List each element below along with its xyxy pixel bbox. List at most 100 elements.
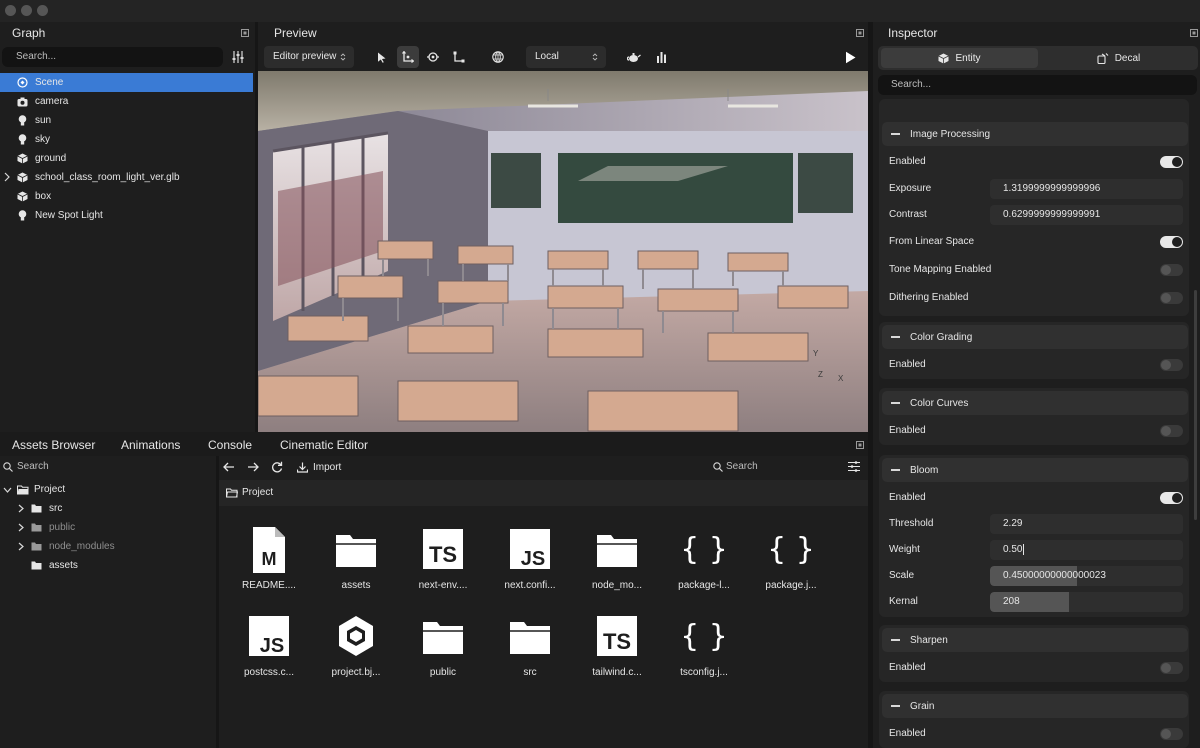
asset-folder-node-modules[interactable]: node_mo... (577, 527, 657, 597)
collapse-minus-icon[interactable] (891, 402, 900, 404)
collapse-minus-icon[interactable] (891, 639, 900, 641)
collapse-minus-icon[interactable] (891, 469, 900, 471)
maximize-window-button[interactable] (37, 5, 48, 16)
sharpen-toggle[interactable] (1160, 662, 1183, 674)
filter-sliders-icon[interactable] (232, 51, 244, 63)
exposure-input[interactable]: 1.3199999999999996 (990, 179, 1183, 199)
tab-cinematic-editor[interactable]: Cinematic Editor (268, 436, 368, 454)
asset-next-env[interactable]: TS next-env.... (403, 527, 483, 597)
asset-folder-public[interactable]: public (403, 614, 483, 684)
tab-assets-browser[interactable]: Assets Browser (0, 436, 95, 454)
teapot-button[interactable] (623, 46, 645, 68)
graph-item-box[interactable]: box (0, 187, 253, 206)
space-select[interactable]: Local (526, 46, 606, 68)
sharpen-header[interactable]: Sharpen (882, 628, 1188, 652)
assets-tree-search-input[interactable]: Search (17, 461, 49, 472)
asset-tailwind-config[interactable]: TS tailwind.c... (577, 614, 657, 684)
asset-postcss[interactable]: JS postcss.c... (229, 614, 309, 684)
graph-item-new-spot-light[interactable]: New Spot Light (0, 206, 253, 225)
assets-grid-search-input[interactable]: Search (726, 461, 758, 472)
maximize-panel-icon[interactable] (240, 28, 250, 38)
collapse-minus-icon[interactable] (891, 336, 900, 338)
chevron-right-icon[interactable] (17, 523, 25, 532)
graph-tab[interactable]: Graph (0, 24, 45, 42)
grain-toggle[interactable] (1160, 728, 1183, 740)
graph-item-camera[interactable]: camera (0, 92, 253, 111)
graph-item-school-class-room[interactable]: school_class_room_light_ver.glb (0, 168, 253, 187)
tree-folder-assets[interactable]: assets (0, 556, 216, 575)
minimize-window-button[interactable] (21, 5, 32, 16)
scale-tool-button[interactable] (448, 46, 470, 68)
asset-folder-src[interactable]: src (490, 614, 570, 684)
entity-tab-label: Entity (955, 52, 981, 64)
color-grading-toggle[interactable] (1160, 359, 1183, 371)
tree-folder-public[interactable]: public (0, 518, 216, 537)
arrow-right-icon[interactable] (247, 462, 259, 472)
kernal-slider[interactable]: 208 (990, 592, 1183, 612)
import-button[interactable]: Import (297, 460, 341, 474)
exposure-value: 1.3199999999999996 (1003, 183, 1101, 194)
refresh-icon[interactable] (271, 461, 283, 473)
asset-package-json[interactable]: { } package.j... (751, 527, 831, 597)
tab-console[interactable]: Console (196, 436, 252, 454)
scene-viewport[interactable]: Y Z X (258, 71, 868, 432)
world-toggle-button[interactable] (487, 46, 509, 68)
asset-folder-assets[interactable]: assets (316, 527, 396, 597)
maximize-panel-icon[interactable] (1189, 28, 1199, 38)
threshold-input[interactable]: 2.29 (990, 514, 1183, 534)
bloom-header[interactable]: Bloom (882, 458, 1188, 482)
tree-folder-src[interactable]: src (0, 499, 216, 518)
tab-animations[interactable]: Animations (109, 436, 180, 454)
chevron-right-icon[interactable] (2, 171, 12, 183)
color-grading-header[interactable]: Color Grading (882, 325, 1188, 349)
color-curves-toggle[interactable] (1160, 425, 1183, 437)
maximize-panel-icon[interactable] (855, 440, 865, 450)
graph-item-scene[interactable]: Scene (0, 73, 253, 92)
breadcrumb-project[interactable]: Project (226, 487, 273, 498)
graph-item-sun[interactable]: sun (0, 111, 253, 130)
inspector-tab[interactable]: Inspector (876, 24, 937, 42)
graph-search-input[interactable]: Search... (2, 47, 223, 67)
bloom-enabled-toggle[interactable] (1160, 492, 1183, 504)
collapse-minus-icon[interactable] (891, 133, 900, 135)
dithering-toggle[interactable] (1160, 292, 1183, 304)
inspector-search-input[interactable]: Search... (878, 75, 1197, 95)
decal-tab[interactable]: Decal (1040, 48, 1197, 68)
weight-input[interactable]: 0.50 (990, 540, 1183, 560)
rotate-tool-button[interactable] (422, 46, 444, 68)
grain-header[interactable]: Grain (882, 694, 1188, 718)
tone-mapping-toggle[interactable] (1160, 264, 1183, 276)
color-curves-header[interactable]: Color Curves (882, 391, 1188, 415)
chevron-down-icon[interactable] (3, 486, 12, 494)
graph-item-sky[interactable]: sky (0, 130, 253, 149)
maximize-panel-icon[interactable] (855, 28, 865, 38)
arrow-left-icon[interactable] (223, 462, 235, 472)
chevron-right-icon[interactable] (17, 504, 25, 513)
tree-folder-project[interactable]: Project (0, 480, 216, 499)
graph-item-ground[interactable]: ground (0, 149, 253, 168)
inspector-scrollbar[interactable] (1194, 290, 1197, 520)
close-window-button[interactable] (5, 5, 16, 16)
asset-readme[interactable]: M README.... (229, 527, 309, 597)
contrast-input[interactable]: 0.6299999999999991 (990, 205, 1183, 225)
list-settings-icon[interactable] (848, 461, 860, 472)
asset-package-lock[interactable]: { } package-l... (664, 527, 744, 597)
collapse-minus-icon[interactable] (891, 705, 900, 707)
chevron-right-icon[interactable] (17, 542, 25, 551)
camera-select[interactable]: Editor preview (264, 46, 354, 68)
entity-tab[interactable]: Entity (881, 48, 1038, 68)
asset-tsconfig[interactable]: { } tsconfig.j... (664, 614, 744, 684)
move-tool-button[interactable] (397, 46, 419, 68)
preview-tab[interactable]: Preview (262, 24, 317, 42)
slider-fill (990, 592, 1070, 612)
stats-button[interactable] (651, 46, 673, 68)
scale-slider[interactable]: 0.45000000000000023 (990, 566, 1183, 586)
play-button[interactable] (839, 46, 861, 68)
image-processing-header[interactable]: Image Processing (882, 122, 1188, 146)
linear-space-toggle[interactable] (1160, 236, 1183, 248)
tree-folder-node-modules[interactable]: node_modules (0, 537, 216, 556)
select-tool-button[interactable] (371, 46, 393, 68)
asset-project-file[interactable]: project.bj... (316, 614, 396, 684)
asset-next-config[interactable]: JS next.confi... (490, 527, 570, 597)
image-processing-enabled-toggle[interactable] (1160, 156, 1183, 168)
